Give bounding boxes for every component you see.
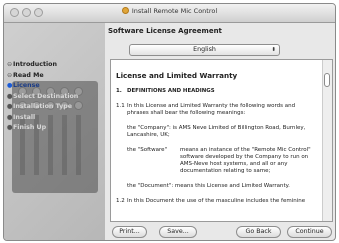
installer-window: Install Remote Mic Control ⊖Introduction… (3, 3, 336, 241)
window-title: Install Remote Mic Control (131, 7, 218, 15)
popup-arrows-icon: ⬍ (271, 47, 276, 53)
definition-software: the "Software" means an instance of the … (127, 147, 311, 174)
step-install: ●Install (7, 113, 78, 124)
clause-1-2: 1.2 In this Document the use of the masc… (116, 198, 306, 204)
definition-company: the "Company": is AMS Neve Limited of Bi… (127, 125, 306, 138)
step-introduction: ⊖Introduction (7, 60, 78, 71)
page-title: Software License Agreement (108, 27, 222, 35)
step-finish-up: ●Finish Up (7, 123, 78, 134)
step-installation-type: ●Installation Type (7, 102, 78, 113)
clause-1-1: 1.1 In this License and Limited Warranty… (116, 103, 296, 116)
section-heading: 1. DEFINITIONS AND HEADINGS (116, 88, 215, 94)
installer-sidebar: ⊖Introduction ⊖Read Me ●License ●Select … (4, 23, 105, 240)
license-title: License and Limited Warranty (116, 71, 238, 80)
installer-steps-list: ⊖Introduction ⊖Read Me ●License ●Select … (7, 60, 78, 134)
save-button[interactable]: Save... (159, 226, 197, 238)
scrollbar-thumb[interactable] (324, 73, 330, 87)
step-license: ●License (7, 81, 78, 92)
license-text-area[interactable]: License and Limited Warranty 1. DEFINITI… (110, 59, 333, 222)
language-select-value: English (193, 46, 216, 53)
definition-document: the "Document": means this License and L… (127, 183, 290, 189)
vertical-scrollbar[interactable] (322, 60, 332, 221)
license-document: License and Limited Warranty 1. DEFINITI… (116, 72, 316, 213)
title-bar: Install Remote Mic Control (4, 4, 335, 23)
continue-button[interactable]: Continue (287, 226, 332, 238)
step-read-me: ⊖Read Me (7, 71, 78, 82)
go-back-button[interactable]: Go Back (236, 226, 281, 238)
step-select-destination: ●Select Destination (7, 92, 78, 103)
print-button[interactable]: Print... (112, 226, 147, 238)
language-select[interactable]: English ⬍ (129, 44, 280, 56)
installer-package-icon (121, 7, 129, 14)
